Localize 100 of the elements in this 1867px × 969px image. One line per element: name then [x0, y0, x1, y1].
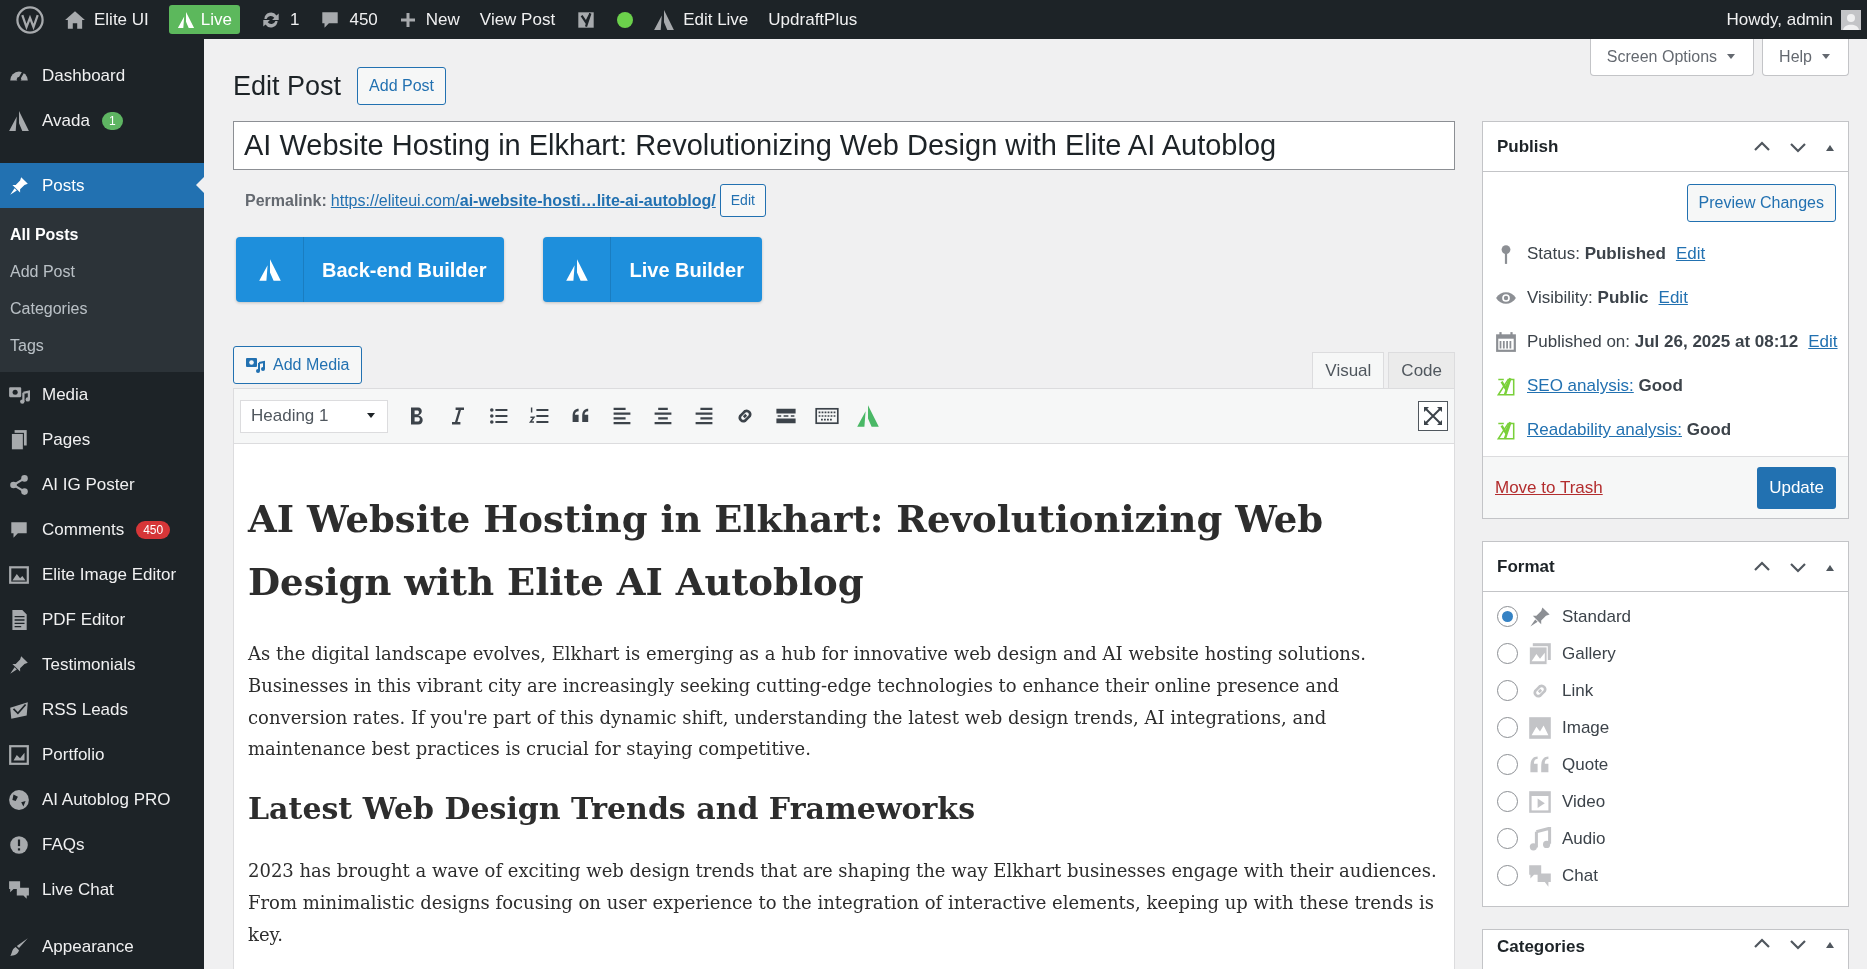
format-label: Audio [1562, 827, 1606, 850]
update-button[interactable]: Update [1757, 466, 1836, 509]
image-icon [8, 563, 30, 586]
format-select[interactable]: Heading 1 [240, 399, 388, 433]
page-title: Edit Post [233, 69, 342, 103]
music-note-icon [1528, 826, 1552, 851]
add-media-button[interactable]: Add Media [233, 346, 362, 384]
editor-tab[interactable]: Code [1388, 352, 1455, 388]
format-label: Image [1562, 716, 1610, 739]
preview-button[interactable]: Preview Changes [1686, 184, 1836, 222]
share-icon [8, 473, 30, 496]
submenu-item[interactable]: Add Post [0, 253, 204, 290]
publish-setting: Published on: Jul 26, 2025 at 08:12 [1527, 331, 1799, 354]
sidebar-label: Avada [42, 109, 90, 132]
sidebar-item[interactable]: AI IG Poster [0, 462, 204, 507]
sidebar-label: AI Autoblog PRO [42, 788, 171, 811]
y-logo-icon [1495, 419, 1517, 441]
globe-icon [8, 788, 30, 811]
peak-icon [257, 257, 282, 282]
chat-icon [1528, 863, 1552, 888]
edit-link[interactable]: Edit [1808, 329, 1838, 355]
sidebar-label: Testimonials [42, 653, 136, 676]
radio-button[interactable] [1497, 643, 1518, 664]
radio-button[interactable] [1497, 606, 1518, 627]
sidebar-label: Portfolio [42, 743, 105, 766]
permalink-link[interactable]: https://eliteui.com/ai-website-hosti…lite-ai-autoblog/ [330, 188, 716, 213]
pin-icon [8, 174, 30, 197]
format-label: Link [1562, 679, 1594, 702]
sidebar-label: AI IG Poster [42, 473, 135, 496]
exclamation-icon [8, 833, 30, 856]
box-title: Categories [1497, 936, 1585, 958]
sidebar-label: Dashboard [42, 64, 126, 87]
count-badge: 450 [136, 520, 171, 539]
sidebar-item[interactable]: FAQs [0, 822, 204, 867]
new-link[interactable]: New [425, 6, 460, 33]
editor-tab[interactable]: Visual [1312, 352, 1385, 388]
sidebar-item[interactable]: Live Chat [0, 867, 204, 912]
sidebar-item[interactable]: Avada 1 [0, 98, 204, 143]
box-title: Publish [1497, 135, 1559, 158]
comments-link[interactable]: 450 [349, 6, 378, 33]
sidebar-label: Pages [42, 428, 91, 451]
edit-link[interactable]: Edit [1675, 241, 1706, 267]
add-post-button[interactable]: Add Post [357, 67, 446, 105]
sidebar-item[interactable]: RSS Leads [0, 687, 204, 732]
peak-icon [565, 257, 589, 282]
edit-live-link[interactable]: Edit Live [683, 6, 749, 33]
toolbar-link[interactable]: View Post [479, 6, 556, 33]
sidebar-item[interactable]: Media [0, 372, 204, 417]
post-paragraph: As the digital landscape evolves, Elkhart is emerging as a hub for innovative web design and AI website hosting solutions. Businesses in this vibrant city are increasingly seeking cutting-edge technologies to enhance their online presence and conversion rates. If you're part of this dynamic shift, understanding the latest web design trends, AI integrations, and maintenance best practices is crucial for staying competitive. [248, 642, 1367, 762]
submenu-item[interactable]: All Posts [0, 216, 204, 253]
chat-icon [8, 878, 30, 901]
edit-link[interactable]: Edit [1658, 285, 1688, 311]
permalink-label: Permalink: [245, 190, 327, 211]
sidebar-item[interactable]: AI Autoblog PRO [0, 777, 204, 822]
sidebar-item[interactable]: Posts [0, 163, 204, 208]
peak-icon[interactable] [653, 8, 676, 31]
screen-tab-button[interactable]: Screen Options [1589, 39, 1755, 76]
analysis-link[interactable]: SEO analysis: [1527, 376, 1634, 396]
site-link[interactable]: Elite UI [94, 6, 149, 33]
radio-button[interactable] [1497, 754, 1518, 775]
sidebar-label: Comments [42, 518, 125, 541]
post-heading: AI Website Hosting in Elkhart: Revolutionizing Web Design with Elite AI Autoblog [248, 496, 1325, 606]
radio-button[interactable] [1497, 680, 1518, 701]
title-field[interactable]: AI Website Hosting in Elkhart: Revolutionizing Web Design with Elite AI Autoblog [233, 121, 1455, 170]
greeting-link[interactable]: Howdy, admin [1726, 6, 1833, 33]
logo-icon[interactable] [16, 5, 44, 34]
sidebar-item[interactable]: Elite Image Editor [0, 552, 204, 597]
submenu-item[interactable]: Tags [0, 327, 204, 364]
sidebar-item[interactable]: Testimonials [0, 642, 204, 687]
peak-icon [176, 10, 195, 29]
sidebar-label: Media [42, 383, 89, 406]
count-badge: 1 [101, 111, 123, 130]
edit-permalink-button[interactable]: Edit [719, 184, 766, 217]
sidebar-item[interactable]: Appearance [0, 924, 204, 969]
radio-button[interactable] [1497, 791, 1518, 812]
sidebar-item[interactable]: PDF Editor [0, 597, 204, 642]
pin-icon [8, 653, 30, 676]
analysis-link[interactable]: Readability analysis: [1527, 420, 1682, 440]
pages-icon [8, 428, 30, 451]
fullscreen-icon[interactable] [1418, 401, 1448, 431]
sidebar-item[interactable]: Comments 450 [0, 507, 204, 552]
submenu-item[interactable]: Categories [0, 290, 204, 327]
radio-button[interactable] [1497, 865, 1518, 886]
sidebar-label: Elite Image Editor [42, 563, 177, 586]
sidebar-item[interactable]: Dashboard [0, 53, 204, 98]
sidebar-label: Live Chat [42, 878, 114, 901]
sidebar-item[interactable]: Portfolio [0, 732, 204, 777]
radio-button[interactable] [1497, 717, 1518, 738]
video-icon [1528, 789, 1552, 814]
post-paragraph: 2023 has brought a wave of exciting web design trends that are shaping the way Elkhart businesses engage with their audiences. From minimalistic designs focusing on user experience to the integration of interactive elements, keeping up with these trends is key. [248, 859, 1438, 947]
toolbar-link[interactable]: UpdraftPlus [768, 6, 858, 33]
trash-link[interactable]: Move to Trash [1495, 474, 1603, 501]
screen-tab-button[interactable]: Help [1762, 39, 1849, 76]
updates-link[interactable]: 1 [290, 6, 300, 33]
format-label: Standard [1562, 605, 1631, 628]
publish-setting: Status: Published [1527, 243, 1666, 266]
frame-icon [8, 743, 30, 766]
sidebar-item[interactable]: Pages [0, 417, 204, 462]
format-label: Video [1562, 790, 1606, 813]
radio-button[interactable] [1497, 828, 1518, 849]
